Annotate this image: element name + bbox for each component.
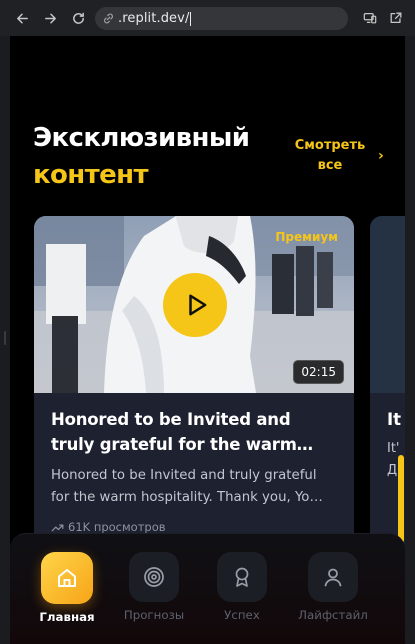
- target-icon: [129, 552, 179, 602]
- award-icon: [217, 552, 267, 602]
- card-views: 61K просмотров: [51, 520, 337, 534]
- resize-handle[interactable]: [4, 331, 6, 345]
- tab-label: Лайфстайл: [298, 608, 368, 622]
- card-body: Honored to be Invited and truly grateful…: [34, 393, 354, 548]
- play-icon: [189, 294, 207, 316]
- video-card[interactable]: Премиум 02:15 Honored to be Invited and …: [34, 216, 354, 556]
- browser-toolbar: .replit.dev/: [0, 0, 415, 36]
- reload-icon: [72, 12, 84, 24]
- see-all-link[interactable]: Смотреть все ›: [294, 136, 394, 176]
- link-icon: [104, 13, 113, 24]
- video-duration: 02:15: [293, 360, 344, 384]
- premium-badge: Премиум: [275, 230, 338, 244]
- video-thumbnail[interactable]: [370, 216, 405, 393]
- tab-home[interactable]: Главная: [27, 552, 107, 624]
- reload-button[interactable]: [64, 4, 92, 32]
- play-button[interactable]: [163, 273, 227, 337]
- arrow-right-icon: [44, 13, 56, 23]
- home-icon: [41, 552, 93, 604]
- views-count: 61K просмотров: [68, 520, 166, 534]
- card-title: It: [387, 410, 402, 429]
- external-link-icon: [390, 12, 402, 24]
- forward-button[interactable]: [36, 4, 64, 32]
- user-icon: [308, 552, 358, 602]
- tab-label: Главная: [39, 610, 95, 624]
- device-toggle-button[interactable]: [359, 6, 381, 30]
- tab-lifestyle[interactable]: Лайфстайл: [293, 552, 373, 622]
- video-thumbnail[interactable]: Премиум 02:15: [34, 216, 354, 393]
- open-external-button[interactable]: [385, 6, 407, 30]
- section-title: Эксклюзивный контент: [33, 120, 298, 194]
- card-title: Honored to be Invited and truly grateful…: [51, 410, 313, 454]
- chevron-right-icon: ›: [378, 148, 384, 164]
- url-text: .replit.dev/: [118, 11, 190, 26]
- section-title-line2: контент: [33, 160, 149, 190]
- tab-label: Прогнозы: [123, 608, 185, 622]
- arrow-left-icon: [16, 13, 28, 23]
- see-all-label: Смотреть все: [294, 138, 366, 173]
- section-header: Эксклюзивный контент: [33, 120, 298, 194]
- tab-success[interactable]: Успех: [202, 552, 282, 622]
- devices-icon: [363, 13, 377, 24]
- card-description: Honored to be Invited and truly grateful…: [51, 468, 323, 505]
- scrollbar-thumb[interactable]: [398, 455, 404, 543]
- right-frame: [405, 36, 415, 644]
- back-button[interactable]: [8, 4, 36, 32]
- section-title-line1: Эксклюзивный: [33, 123, 250, 153]
- tab-label: Успех: [224, 608, 260, 622]
- address-bar[interactable]: .replit.dev/: [95, 7, 348, 30]
- bottom-tab-bar: Главная Прогнозы Успех Лайфстайл: [10, 533, 405, 644]
- trending-up-icon: [51, 523, 64, 531]
- left-frame: [0, 36, 10, 644]
- tab-predictions[interactable]: Прогнозы: [114, 552, 194, 622]
- text-cursor: [190, 11, 192, 26]
